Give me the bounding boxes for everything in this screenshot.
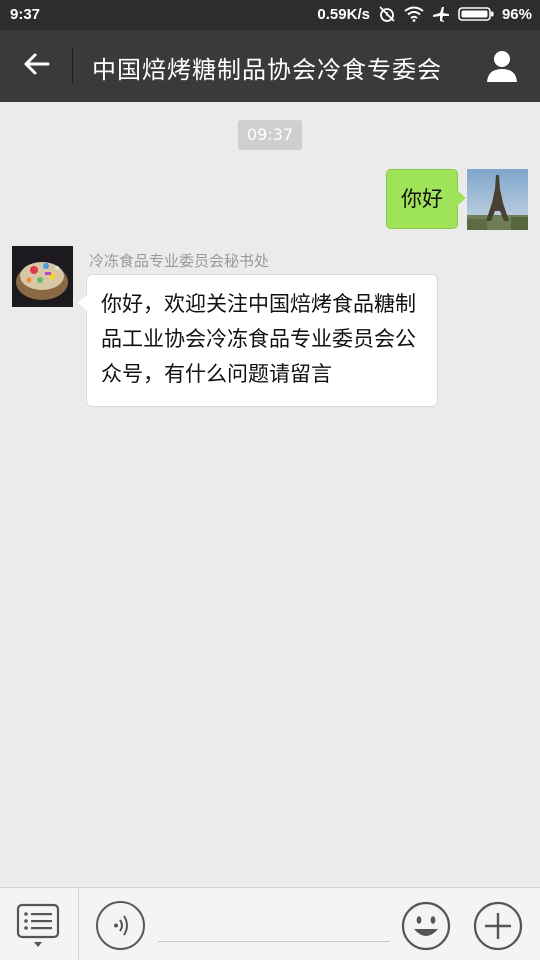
eiffel-tower-photo bbox=[467, 169, 528, 230]
airplane-icon bbox=[432, 5, 450, 23]
wifi-icon bbox=[404, 6, 424, 22]
avatar-sender[interactable] bbox=[12, 246, 73, 307]
voice-button[interactable] bbox=[96, 901, 145, 950]
sender-name: 冷冻食品专业委员会秘书处 bbox=[89, 252, 270, 270]
message-bubble-incoming[interactable]: 你好，欢迎关注中国焙烤食品糖制品工业协会冷冻食品专业委员会公众号，有什么问题请留… bbox=[78, 274, 438, 407]
chat-area[interactable]: 09:37 你好 冷冻食品专业委员会秘书处 你好，欢迎关注中国焙烤食品糖制品工业… bbox=[0, 102, 540, 887]
smiley-icon bbox=[401, 901, 451, 955]
battery-level: 96% bbox=[501, 5, 532, 23]
menu-toggle-button[interactable] bbox=[14, 902, 62, 952]
battery-icon bbox=[458, 6, 494, 22]
input-divider bbox=[78, 888, 79, 960]
status-bar: 9:37 0.59K/s 96% bbox=[0, 0, 540, 30]
arrow-left-icon bbox=[22, 52, 50, 80]
person-icon bbox=[484, 51, 520, 88]
alarm-off-icon bbox=[378, 5, 396, 23]
message-input[interactable] bbox=[158, 908, 390, 942]
status-right: 0.59K/s 96% bbox=[317, 5, 532, 23]
more-button[interactable] bbox=[473, 901, 523, 951]
message-bubble-outgoing[interactable]: 你好 bbox=[386, 169, 466, 229]
back-button[interactable] bbox=[14, 46, 58, 86]
chat-title: 中国焙烤糖制品协会冷食专委会 bbox=[92, 56, 442, 84]
status-time: 9:37 bbox=[10, 6, 41, 23]
emoji-button[interactable] bbox=[401, 901, 451, 951]
title-bar: 中国焙烤糖制品协会冷食专委会 bbox=[0, 30, 540, 102]
plus-icon bbox=[473, 901, 523, 955]
net-speed: 0.59K/s bbox=[317, 5, 370, 23]
list-menu-icon bbox=[14, 903, 62, 956]
input-bar bbox=[0, 887, 540, 960]
voice-wave-icon bbox=[98, 915, 143, 952]
avatar-self[interactable] bbox=[467, 169, 528, 230]
title-divider bbox=[72, 48, 73, 84]
profile-button[interactable] bbox=[484, 48, 520, 84]
dessert-photo bbox=[12, 246, 73, 307]
message-timestamp: 09:37 bbox=[238, 120, 302, 150]
